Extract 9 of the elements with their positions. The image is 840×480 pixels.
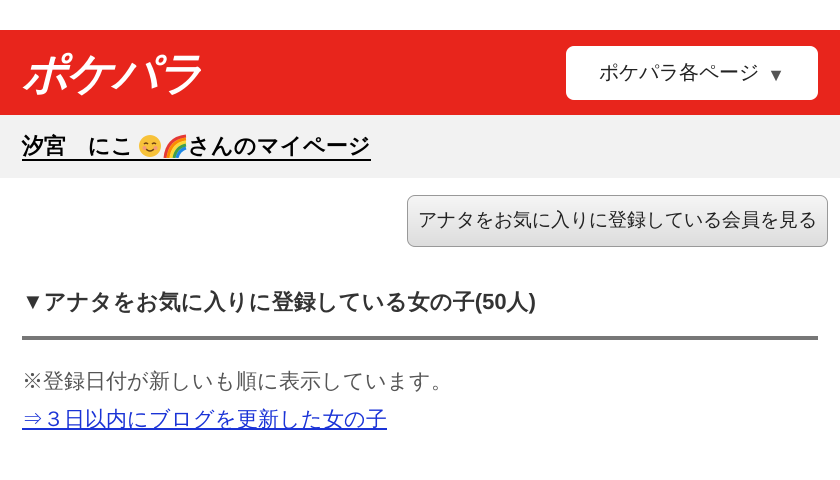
- smiling-face-icon: [138, 134, 162, 158]
- blog-update-link[interactable]: ⇒３日以内にブログを更新した女の子: [22, 404, 387, 435]
- menu-button[interactable]: ポケパラ各ページ ▼: [566, 46, 818, 100]
- mypage-link[interactable]: 汐宮 にこ さんのマイページ: [22, 132, 371, 162]
- rainbow-icon: [162, 134, 188, 158]
- view-members-button[interactable]: アナタをお気に入りに登録している会員を見る: [407, 195, 828, 247]
- sort-note: ※登録日付が新しいも順に表示しています。: [22, 369, 453, 395]
- logo[interactable]: ポケパラ: [22, 50, 202, 96]
- section-heading: ▼アナタをお気に入りに登録している女の子(50人): [22, 288, 537, 316]
